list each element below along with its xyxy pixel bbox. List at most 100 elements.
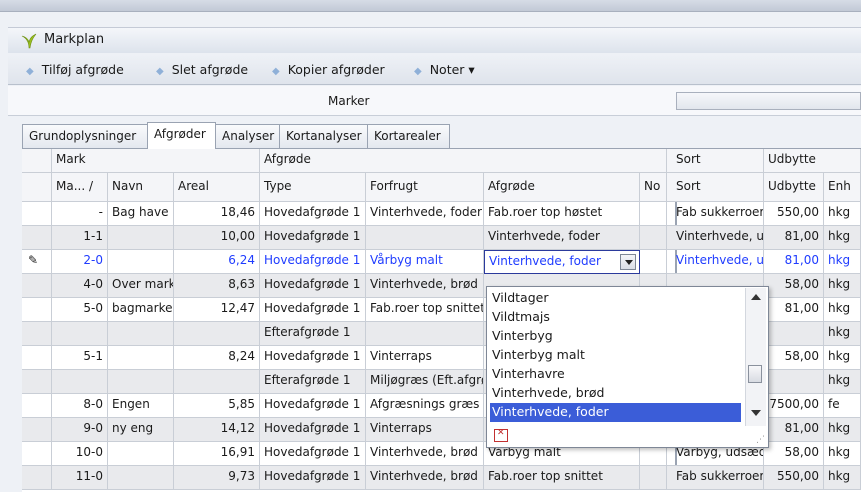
cell-areal[interactable] xyxy=(174,322,260,346)
cell-afgrode[interactable]: Fab.roer top snittet xyxy=(484,466,640,490)
cell-ma[interactable]: - xyxy=(52,202,108,226)
cell-navn[interactable] xyxy=(108,370,174,394)
cell-udbytte[interactable]: 550,00 xyxy=(764,466,824,490)
crop-dropdown-list[interactable]: Vildtager Vildtmajs Vinterbyg Vinterbyg mal… xyxy=(486,286,769,448)
row-selector[interactable] xyxy=(22,346,52,370)
scroll-down-icon[interactable] xyxy=(751,410,761,416)
cell-ma[interactable]: 5-0 xyxy=(52,298,108,322)
column-header-no[interactable]: No xyxy=(640,173,667,202)
tab-afgroder[interactable]: Afgrøder xyxy=(147,122,216,149)
cell-areal[interactable] xyxy=(174,370,260,394)
cell-ma[interactable]: 8-0 xyxy=(52,394,108,418)
row-selector[interactable] xyxy=(22,298,52,322)
cell-areal[interactable]: 12,47 xyxy=(174,298,260,322)
panel-tab-strip[interactable] xyxy=(676,92,861,110)
cell-ma[interactable]: 1-1 xyxy=(52,226,108,250)
cell-udbytte[interactable]: 81,00 xyxy=(764,298,824,322)
cell-type[interactable]: Hovedafgrøde 1 xyxy=(260,250,366,274)
cell-udbytte[interactable]: 7500,00 xyxy=(764,394,824,418)
cell-forfrugt[interactable] xyxy=(366,322,484,346)
cell-afgrode[interactable]: Vinterhvede, foder xyxy=(484,250,640,274)
cell-enh[interactable]: hkg xyxy=(824,250,861,274)
scroll-thumb[interactable] xyxy=(748,364,762,383)
cell-forfrugt[interactable]: Afgræsnings græs xyxy=(366,394,484,418)
cell-type[interactable]: Hovedafgrøde 1 xyxy=(260,394,366,418)
cell-navn[interactable] xyxy=(108,346,174,370)
column-header-ma[interactable]: Ma... / xyxy=(52,173,108,202)
cell-afgrode[interactable]: Vinterhvede, foder xyxy=(484,226,640,250)
column-header-sort[interactable]: Sort xyxy=(672,173,764,202)
cell-enh[interactable]: hkg xyxy=(824,202,861,226)
cell-no[interactable] xyxy=(640,466,667,490)
cell-type[interactable]: Hovedafgrøde 1 xyxy=(260,226,366,250)
cell-no[interactable] xyxy=(640,250,667,274)
dropdown-option[interactable]: Vinterhvede, foder xyxy=(490,403,741,422)
cell-udbytte[interactable]: 81,00 xyxy=(764,226,824,250)
column-header-areal[interactable]: Areal xyxy=(174,173,260,202)
cell-areal[interactable]: 8,24 xyxy=(174,346,260,370)
scroll-up-icon[interactable] xyxy=(751,294,761,300)
cell-navn[interactable]: Over mark xyxy=(108,274,174,298)
column-header-enh[interactable]: Enh xyxy=(824,173,861,202)
cell-ma[interactable]: 11-0 xyxy=(52,466,108,490)
cell-enh[interactable]: hkg xyxy=(824,466,861,490)
row-selector[interactable] xyxy=(22,394,52,418)
cell-type[interactable]: Hovedafgrøde 1 xyxy=(260,466,366,490)
add-crop-button[interactable]: ◆ Tilføj afgrøde xyxy=(26,62,124,77)
cell-forfrugt[interactable]: Vinterraps xyxy=(366,418,484,442)
cell-navn[interactable]: bagmarken xyxy=(108,298,174,322)
cell-forfrugt[interactable]: Miljøgræs (Eft.afgrøde) xyxy=(366,370,484,394)
cell-navn[interactable] xyxy=(108,442,174,466)
column-header-udbytte[interactable]: Udbytte xyxy=(764,173,824,202)
cell-ma[interactable]: 9-0 xyxy=(52,418,108,442)
cell-enh[interactable]: hkg xyxy=(824,418,861,442)
cell-type[interactable]: Hovedafgrøde 1 xyxy=(260,346,366,370)
row-selector[interactable] xyxy=(22,370,52,394)
cell-areal[interactable]: 5,85 xyxy=(174,394,260,418)
row-selector[interactable]: ✎ xyxy=(22,250,52,274)
cell-afgrode[interactable]: Fab.roer top høstet xyxy=(484,202,640,226)
cell-ma[interactable]: 5-1 xyxy=(52,346,108,370)
cell-forfrugt[interactable]: Vinterhvede, brød xyxy=(366,466,484,490)
cell-navn[interactable]: ny eng xyxy=(108,418,174,442)
cell-type[interactable]: Hovedafgrøde 1 xyxy=(260,274,366,298)
cell-navn[interactable] xyxy=(108,250,174,274)
row-selector[interactable] xyxy=(22,466,52,490)
close-icon[interactable] xyxy=(494,428,508,442)
cell-forfrugt[interactable]: Fab.roer top snittet xyxy=(366,298,484,322)
cell-navn[interactable] xyxy=(108,466,174,490)
cell-navn[interactable] xyxy=(108,226,174,250)
delete-crop-button[interactable]: ◆ Slet afgrøde xyxy=(156,62,248,77)
cell-sort[interactable]: Vinterhvede, u xyxy=(672,250,764,274)
column-header-forfrugt[interactable]: Forfrugt xyxy=(366,173,484,202)
cell-udbytte[interactable]: 550,00 xyxy=(764,202,824,226)
tab-kortarealer[interactable]: Kortarealer xyxy=(367,124,450,148)
cell-areal[interactable]: 14,12 xyxy=(174,418,260,442)
dropdown-option[interactable]: Vildtmajs xyxy=(490,308,741,327)
cell-udbytte[interactable]: 81,00 xyxy=(764,418,824,442)
dropdown-option[interactable]: Vinterhavre xyxy=(490,365,741,384)
cell-udbytte[interactable]: 58,00 xyxy=(764,442,824,466)
cell-areal[interactable]: 10,00 xyxy=(174,226,260,250)
resize-grip-icon[interactable]: ⋰ xyxy=(756,435,765,445)
column-header-navn[interactable]: Navn xyxy=(108,173,174,202)
column-header-afgrode[interactable]: Afgrøde xyxy=(484,173,640,202)
dropdown-option[interactable]: Vinterbyg malt xyxy=(490,346,741,365)
cell-areal[interactable]: 8,63 xyxy=(174,274,260,298)
cell-forfrugt[interactable]: Vinterhvede, brød xyxy=(366,274,484,298)
copy-crops-button[interactable]: ◆ Kopier afgrøder xyxy=(272,62,385,77)
tab-analyser[interactable]: Analyser xyxy=(215,124,280,148)
row-selector[interactable] xyxy=(22,322,52,346)
cell-ma[interactable]: 4-0 xyxy=(52,274,108,298)
dropdown-scrollbar[interactable] xyxy=(745,288,766,426)
cell-udbytte[interactable]: 81,00 xyxy=(764,250,824,274)
dropdown-option[interactable]: Vinterhvede, brød xyxy=(490,384,741,403)
cell-udbytte[interactable] xyxy=(764,322,824,346)
cell-type[interactable]: Hovedafgrøde 1 xyxy=(260,298,366,322)
cell-no[interactable] xyxy=(640,226,667,250)
cell-type[interactable]: Hovedafgrøde 1 xyxy=(260,202,366,226)
cell-ma[interactable]: 10-0 xyxy=(52,442,108,466)
cell-type[interactable]: Hovedafgrøde 1 xyxy=(260,442,366,466)
tab-grundoplysninger[interactable]: Grundoplysninger xyxy=(22,124,148,148)
row-selector[interactable] xyxy=(22,418,52,442)
